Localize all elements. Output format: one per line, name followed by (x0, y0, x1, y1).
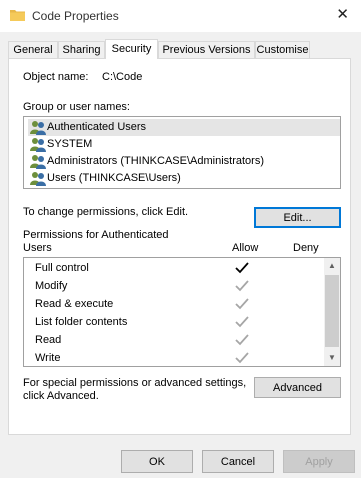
scroll-thumb[interactable] (325, 275, 339, 347)
allow-check-icon (235, 280, 249, 292)
tab-general[interactable]: General (8, 41, 58, 58)
tab-customise[interactable]: Customise (255, 41, 310, 58)
cancel-button[interactable]: Cancel (202, 450, 274, 473)
scroll-up-icon[interactable]: ▲ (324, 258, 340, 274)
tab-sharing[interactable]: Sharing (58, 41, 105, 58)
user-name: Authenticated Users (47, 121, 147, 133)
users-icon (30, 138, 46, 152)
user-name: Administrators (THINKCASE\Administrators… (47, 155, 264, 167)
user-name: SYSTEM (47, 138, 93, 150)
advanced-button[interactable]: Advanced (254, 377, 341, 398)
security-panel: Object name: C:\Code Group or user names… (8, 58, 351, 435)
permissions-label: Permissions for Authenticated (23, 229, 169, 241)
users-icon (30, 172, 46, 186)
user-list-item[interactable]: Administrators (THINKCASE\Administrators… (28, 153, 340, 170)
group-label: Group or user names: (23, 101, 130, 113)
window-title: Code Properties (32, 9, 119, 23)
change-permissions-text: To change permissions, click Edit. (23, 206, 189, 218)
allow-check-icon (235, 298, 249, 310)
permission-name: Read (35, 334, 62, 346)
allow-check-icon (235, 262, 249, 274)
allow-check-icon (235, 352, 249, 364)
user-list-item[interactable]: Authenticated Users (28, 119, 340, 136)
allow-check-icon (235, 334, 249, 346)
special-permissions-text-2: click Advanced. (23, 390, 99, 402)
object-name-label: Object name: (23, 71, 89, 83)
object-name-value: C:\Code (102, 71, 143, 83)
special-permissions-text: For special permissions or advanced sett… (23, 377, 247, 389)
permission-name: Modify (35, 280, 68, 292)
folder-icon (10, 10, 25, 21)
permission-name: Read & execute (35, 298, 114, 310)
permissions-label-user: Users (23, 242, 52, 254)
permissions-list[interactable]: Full control Modify Read & execute List fol… (23, 257, 341, 367)
users-icon (30, 121, 46, 135)
tab-previous-versions[interactable]: Previous Versions (158, 41, 255, 58)
user-name: Users (THINKCASE\Users) (47, 172, 181, 184)
deny-header: Deny (293, 242, 319, 254)
permissions-scrollbar[interactable]: ▲ ▼ (324, 258, 340, 366)
title-bar: Code Properties ✕ (0, 0, 361, 32)
allow-check-icon (235, 316, 249, 328)
tab-security[interactable]: Security (105, 39, 158, 59)
user-list[interactable]: Authenticated Users SYSTEM Administrator… (23, 116, 341, 189)
apply-button[interactable]: Apply (283, 450, 355, 473)
permission-name: Full control (35, 262, 89, 274)
user-list-item[interactable]: Users (THINKCASE\Users) (28, 170, 340, 187)
edit-button[interactable]: Edit... (254, 207, 341, 228)
permission-name: List folder contents (35, 316, 128, 328)
ok-button[interactable]: OK (121, 450, 193, 473)
users-icon (30, 155, 46, 169)
allow-header: Allow (232, 242, 259, 254)
scroll-down-icon[interactable]: ▼ (324, 350, 340, 366)
close-icon[interactable]: ✕ (336, 7, 349, 23)
user-list-item[interactable]: SYSTEM (28, 136, 340, 153)
permission-name: Write (35, 352, 61, 364)
